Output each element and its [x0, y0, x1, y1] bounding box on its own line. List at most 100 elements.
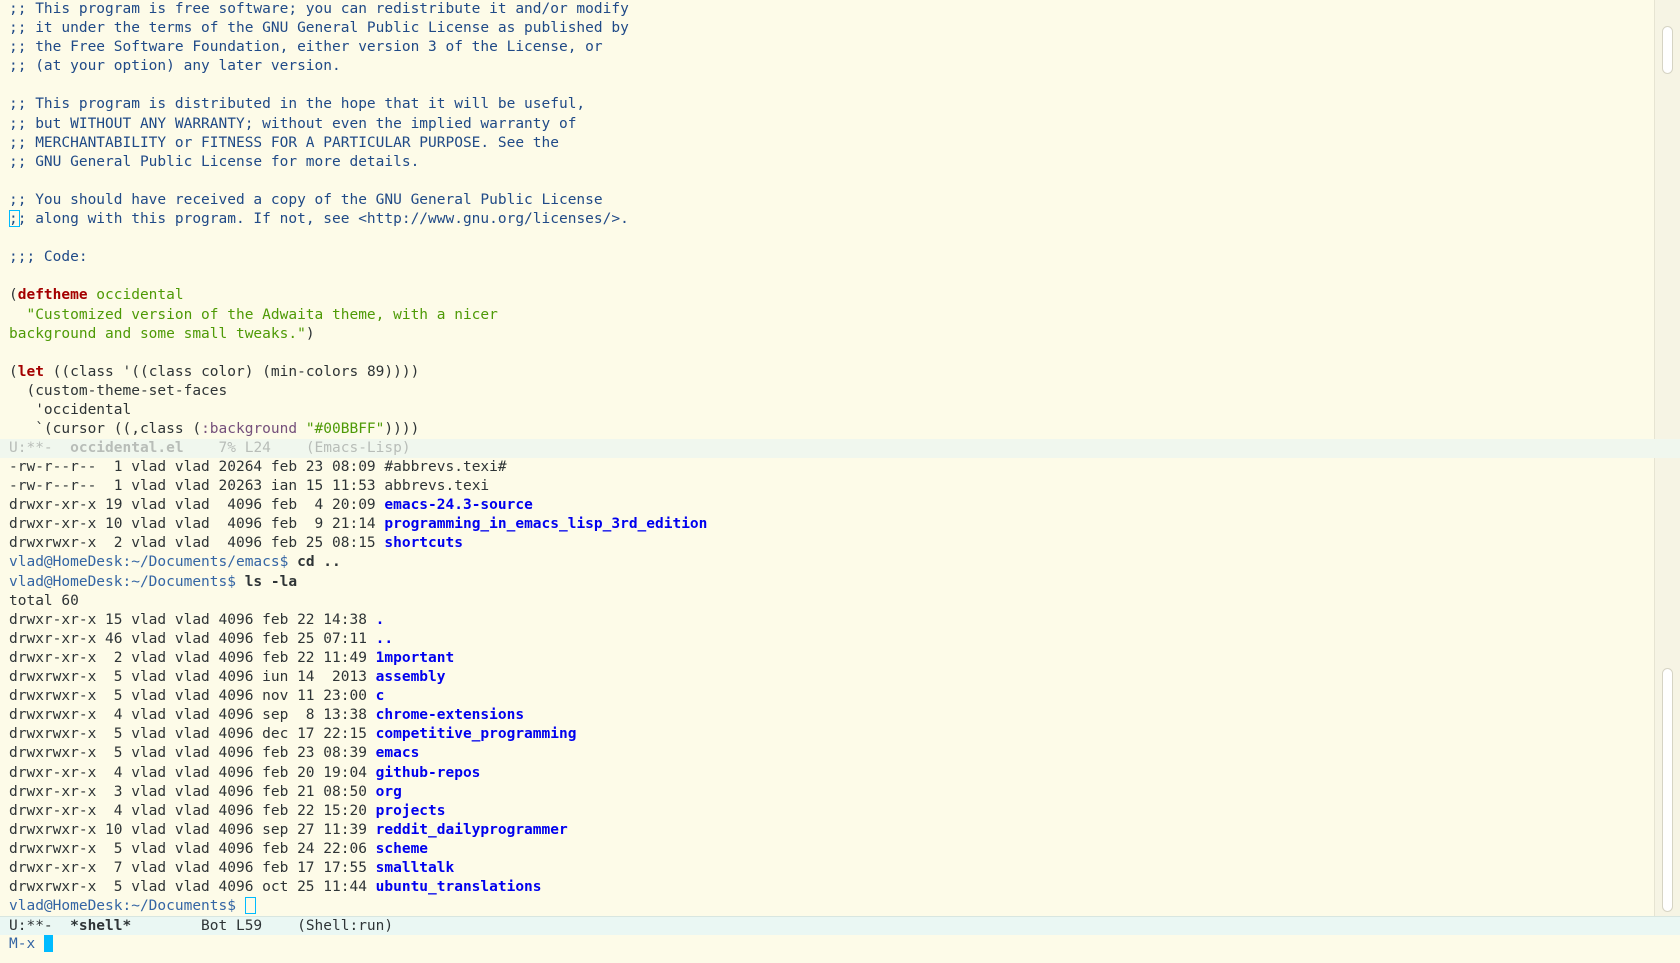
listing-row: drwxrwxr-x 4 vlad vlad 4096 sep 8 13:38 …: [0, 706, 1655, 725]
file-name[interactable]: #abbrevs.texi#: [384, 459, 506, 475]
directory-name[interactable]: shortcuts: [384, 535, 463, 551]
listing-row: drwxr-xr-x 4 vlad vlad 4096 feb 20 19:04…: [0, 764, 1655, 783]
directory-name[interactable]: emacs-24.3-source: [384, 497, 532, 513]
listing-row: drwxrwxr-x 5 vlad vlad 4096 dec 17 22:15…: [0, 725, 1655, 744]
code-text: `(cursor ((,class (: [9, 421, 202, 438]
shell-command-line: vlad@HomeDesk:~/Documents/emacs$ cd ..: [0, 553, 1655, 572]
code-line: ;; GNU General Public License for more d…: [9, 153, 420, 170]
code-line: (custom-theme-set-faces: [9, 382, 228, 399]
directory-name[interactable]: smalltalk: [376, 860, 455, 876]
editor-window-occidental[interactable]: ;; This program is free software; you ca…: [0, 0, 1680, 439]
shell-command-line: vlad@HomeDesk:~/Documents$ ls -la: [0, 573, 1655, 592]
listing-row: drwxr-xr-x 19 vlad vlad 4096 feb 4 20:09…: [0, 496, 1655, 515]
shell-input-line[interactable]: vlad@HomeDesk:~/Documents$: [0, 897, 1655, 916]
file-meta: drwxrwxr-x 4 vlad vlad 4096 sep 8 13:38: [9, 707, 376, 724]
file-meta: drwxrwxr-x 5 vlad vlad 4096 feb 24 22:06: [9, 840, 376, 857]
file-meta: drwxr-xr-x 4 vlad vlad 4096 feb 20 19:04: [9, 764, 376, 781]
file-meta: drwxrwxr-x 10 vlad vlad 4096 sep 27 11:3…: [9, 821, 376, 838]
code-text: )))): [384, 421, 420, 438]
docstring-text: background and some small tweaks.": [9, 325, 306, 342]
code-line: ;; along with this program. If not, see …: [0, 210, 1655, 229]
listing-row: drwxr-xr-x 3 vlad vlad 4096 feb 21 08:50…: [0, 783, 1655, 802]
docstring-line: background and some small tweaks."): [0, 325, 1655, 344]
directory-name[interactable]: .: [376, 612, 385, 628]
dir-listing-previous: -rw-r--r-- 1 vlad vlad 20264 feb 23 08:0…: [0, 458, 1655, 553]
file-meta: drwxrwxr-x 2 vlad vlad 4096 feb 25 08:15: [9, 535, 385, 552]
listing-row: drwxr-xr-x 46 vlad vlad 4096 feb 25 07:1…: [0, 630, 1655, 649]
shell-window[interactable]: -rw-r--r-- 1 vlad vlad 20264 feb 23 08:0…: [0, 458, 1680, 916]
bottom-scrollbar-thumb[interactable]: [1662, 668, 1673, 912]
modeline-position: Bot L59: [131, 918, 298, 934]
file-meta: drwxrwxr-x 5 vlad vlad 4096 feb 23 08:39: [9, 745, 376, 762]
listing-row: drwxr-xr-x 15 vlad vlad 4096 feb 22 14:3…: [0, 611, 1655, 630]
paren: (: [9, 287, 18, 304]
shell-command: ls -la: [244, 573, 298, 590]
file-meta: drwxr-xr-x 19 vlad vlad 4096 feb 4 20:09: [9, 497, 385, 514]
shell-prompt: vlad@HomeDesk:~/Documents$: [9, 573, 245, 590]
keyword: deftheme: [17, 287, 88, 304]
directory-name[interactable]: org: [376, 784, 402, 800]
code-line: ;; (at your option) any later version.: [9, 58, 341, 75]
file-meta: -rw-r--r-- 1 vlad vlad 20263 ian 15 11:5…: [9, 478, 385, 495]
top-scrollbar-thumb[interactable]: [1662, 26, 1673, 74]
modeline-status: U:**-: [9, 440, 71, 456]
code-line: (deftheme occidental: [0, 286, 1655, 305]
code-line: ;; MERCHANTABILITY or FITNESS FOR A PART…: [9, 134, 559, 151]
file-name[interactable]: abbrevs.texi: [384, 478, 489, 494]
listing-total: total 60: [9, 592, 79, 609]
paren: (: [9, 363, 18, 380]
modeline-major-mode[interactable]: (Shell:run): [297, 918, 393, 934]
dir-listing-current: drwxr-xr-x 15 vlad vlad 4096 feb 22 14:3…: [0, 611, 1655, 897]
code-line: ;; it under the terms of the GNU General…: [9, 20, 629, 37]
minibuffer[interactable]: M-x: [0, 935, 1680, 963]
directory-name[interactable]: assembly: [376, 669, 446, 685]
directory-name[interactable]: c: [376, 688, 385, 704]
directory-name[interactable]: projects: [376, 803, 446, 819]
listing-row: drwxrwxr-x 5 vlad vlad 4096 feb 24 22:06…: [0, 840, 1655, 859]
paren: ): [305, 325, 315, 342]
code-line: (let ((class '((class color) (min-colors…: [0, 363, 1655, 382]
listing-row: -rw-r--r-- 1 vlad vlad 20263 ian 15 11:5…: [0, 477, 1655, 496]
code-line: ;; This program is distributed in the ho…: [9, 96, 586, 113]
code-line: ;; the Free Software Foundation, either …: [9, 39, 603, 56]
listing-row: drwxrwxr-x 5 vlad vlad 4096 oct 25 11:44…: [0, 878, 1655, 897]
mode-line-active[interactable]: U:**- *shell* Bot L59 (Shell:run): [0, 916, 1680, 935]
directory-name[interactable]: 1mportant: [376, 650, 455, 666]
listing-row: drwxr-xr-x 7 vlad vlad 4096 feb 17 17:55…: [0, 859, 1655, 878]
code-line: ;; You should have received a copy of th…: [9, 191, 603, 208]
file-meta: drwxrwxr-x 5 vlad vlad 4096 iun 14 2013: [9, 669, 376, 686]
directory-name[interactable]: github-repos: [376, 765, 481, 781]
code-text-area[interactable]: ;; This program is free software; you ca…: [0, 0, 1655, 439]
directory-name[interactable]: ..: [376, 631, 393, 647]
keyword-arg: :background: [201, 421, 298, 438]
theme-name: occidental: [87, 287, 184, 304]
directory-name[interactable]: ubuntu_translations: [376, 879, 542, 895]
modeline-buffer-name[interactable]: occidental.el: [70, 440, 184, 456]
directory-name[interactable]: reddit_dailyprogrammer: [376, 822, 568, 838]
directory-name[interactable]: competitive_programming: [376, 726, 577, 742]
listing-row: drwxr-xr-x 2 vlad vlad 4096 feb 22 11:49…: [0, 649, 1655, 668]
directory-name[interactable]: programming_in_emacs_lisp_3rd_edition: [384, 516, 707, 532]
directory-name[interactable]: scheme: [376, 841, 428, 857]
modeline-buffer-name[interactable]: *shell*: [70, 918, 131, 934]
shell-prompt: vlad@HomeDesk:~/Documents/emacs$: [9, 554, 298, 571]
file-meta: drwxrwxr-x 5 vlad vlad 4096 nov 11 23:00: [9, 688, 376, 705]
code-line: 'occidental: [9, 401, 132, 418]
shell-output-area[interactable]: -rw-r--r-- 1 vlad vlad 20264 feb 23 08:0…: [0, 458, 1655, 916]
file-meta: drwxr-xr-x 10 vlad vlad 4096 feb 9 21:14: [9, 516, 385, 533]
code-text: ; along with this program. If not, see <…: [17, 211, 629, 228]
file-meta: drwxrwxr-x 5 vlad vlad 4096 dec 17 22:15: [9, 726, 376, 743]
top-scrollbar[interactable]: [1654, 0, 1680, 439]
mode-line-inactive[interactable]: U:**- occidental.el 7% L24 (Emacs-Lisp): [0, 439, 1680, 458]
directory-name[interactable]: emacs: [376, 745, 420, 761]
listing-row: drwxrwxr-x 5 vlad vlad 4096 feb 23 08:39…: [0, 744, 1655, 763]
directory-name[interactable]: chrome-extensions: [376, 707, 524, 723]
bottom-scrollbar[interactable]: [1654, 458, 1680, 916]
file-meta: -rw-r--r-- 1 vlad vlad 20264 feb 23 08:0…: [9, 459, 385, 475]
modeline-major-mode[interactable]: (Emacs-Lisp): [306, 440, 411, 456]
keyword: let: [17, 363, 44, 380]
code-line: `(cursor ((,class (:background "#00BBFF"…: [0, 420, 1655, 439]
